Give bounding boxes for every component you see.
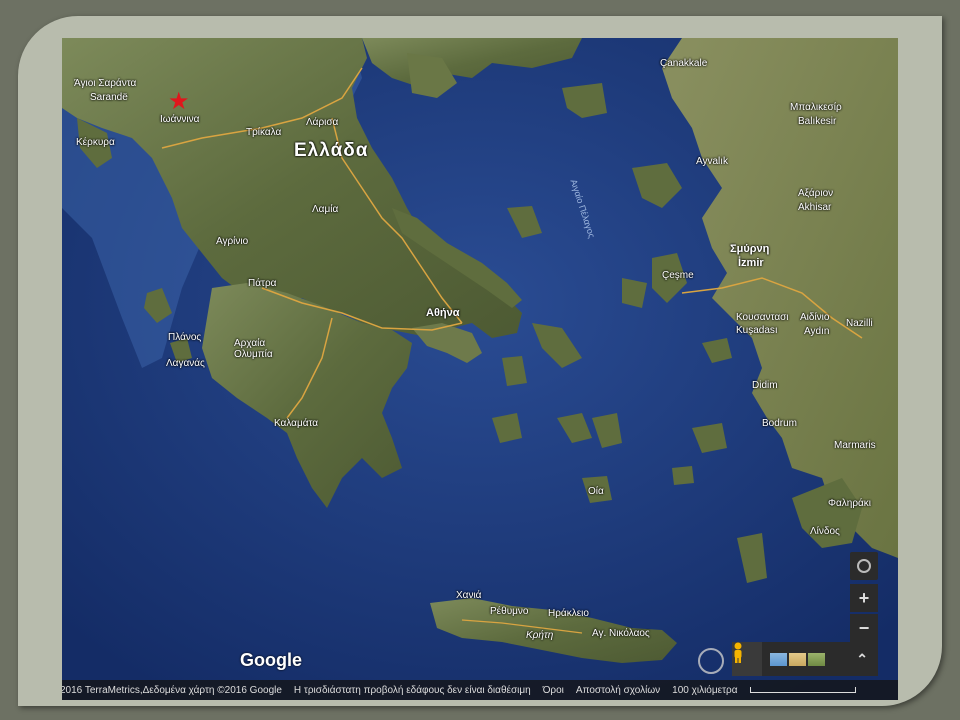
place-label: Ιωάννινα [160, 114, 200, 125]
place-label: Akhisar [798, 202, 832, 213]
satellite-map[interactable]: Άγιοι Σαράντα Sarandë Ιωάννινα Κέρκυρα Τ… [62, 38, 898, 700]
layer-thumb-terrain[interactable] [789, 652, 806, 666]
layer-thumb-map[interactable] [770, 652, 787, 666]
place-label: Φαληράκι [828, 498, 872, 509]
terms-link[interactable]: Όροι [543, 685, 564, 696]
place-label: Λίνδος [810, 526, 840, 537]
place-label: Σμύρνη [730, 243, 770, 255]
place-label: Λάρισα [306, 117, 339, 128]
place-label: Οία [588, 486, 604, 497]
scale-bar [749, 687, 856, 693]
zoom-in-button[interactable]: + [850, 584, 878, 612]
place-label: Μπαλικεσίρ [790, 102, 842, 113]
place-label: Kuşadası [736, 325, 778, 336]
place-label: Κουσαντασι [736, 312, 789, 323]
place-label: Τρίκαλα [246, 127, 282, 138]
place-label: Nazilli [846, 318, 873, 329]
google-logo: Google [240, 650, 302, 670]
place-label: Sarandë [90, 92, 128, 103]
target-icon [857, 559, 871, 573]
place-label: Καλαμάτα [274, 418, 319, 429]
compass-button[interactable] [850, 552, 878, 580]
nisyros-island [672, 466, 694, 485]
place-label: Χανιά [456, 590, 482, 601]
place-label: Κρήτη [526, 630, 554, 641]
place-label: Ηράκλειο [548, 608, 589, 619]
place-label: Αγ. Νικόλαος [592, 628, 650, 639]
place-label: Çeşme [662, 270, 694, 281]
place-label: Çanakkale [660, 58, 708, 69]
place-label: İzmir [738, 257, 764, 269]
place-label: Αγρίνιο [216, 236, 249, 247]
country-label: Ελλάδα [294, 140, 369, 161]
place-label: Πάτρα [248, 278, 277, 289]
place-label: Άγιοι Σαράντα [74, 78, 137, 89]
zoom-out-button[interactable]: − [850, 614, 878, 642]
expand-layers-button[interactable]: ⌃ [856, 651, 868, 668]
location-marker-star-icon[interactable]: ★ [168, 90, 190, 114]
terrain-notice: Η τρισδιάστατη προβολή εδάφους δεν είναι… [293, 684, 531, 696]
place-label: Λαγανάς [166, 358, 205, 369]
place-label: Balıkesir [798, 116, 837, 127]
attribution-bar: 2016 TerraMetrics,Δεδομένα χάρτη ©2016 G… [62, 680, 898, 700]
pegman-street-view-icon[interactable] [732, 642, 762, 676]
place-label: Λαμία [312, 204, 339, 215]
place-label: Bodrum [762, 418, 798, 429]
place-label: Κέρκυρα [76, 137, 115, 148]
place-label: Αξάριον [798, 188, 834, 199]
place-label: Αιδίνιο [800, 312, 830, 323]
layer-thumb-satellite[interactable] [808, 652, 825, 666]
place-label: Αθήνα [426, 307, 460, 319]
feedback-link[interactable]: Αποστολή σχολίων [576, 685, 660, 696]
place-label: Aydın [804, 326, 830, 337]
place-label: Ayvalık [696, 156, 729, 167]
rotate-view-icon[interactable] [698, 648, 724, 674]
copyright-text: 2016 TerraMetrics,Δεδομένα χάρτη ©2016 G… [62, 684, 282, 696]
place-label: Ρέθυμνο [490, 606, 529, 617]
layers-panel[interactable]: ⌃ [732, 642, 878, 676]
place-label: Marmaris [834, 440, 876, 451]
scale-label: 100 χιλιόμετρα [672, 684, 738, 696]
place-label: Didim [752, 380, 778, 391]
place-label: Πλάνος [168, 332, 202, 343]
place-label: Αρχαία Ολυμπία [234, 338, 273, 360]
